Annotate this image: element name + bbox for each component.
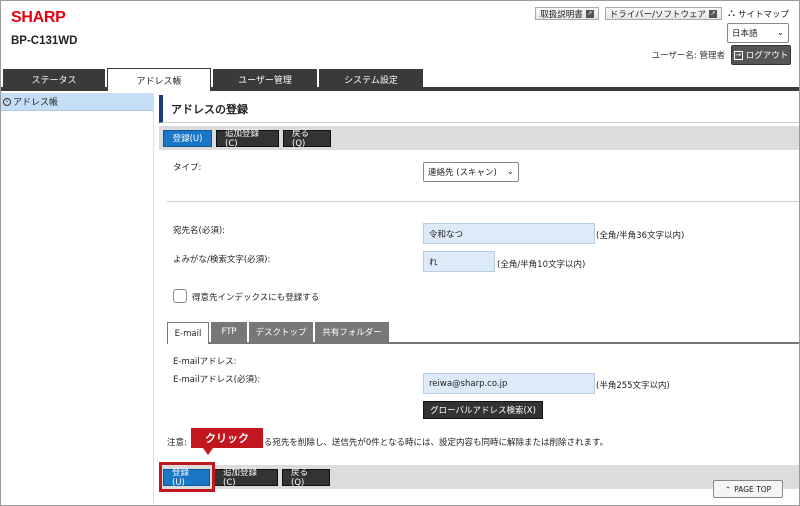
favorite-index-checkbox[interactable] (173, 289, 187, 303)
model-name: BP-C131WD (11, 35, 78, 47)
subtab-shared-folder[interactable]: 共有フォルダー (315, 322, 389, 342)
note-body: ている宛先を削除し、送信先が0件となる時には、設定内容も同時に解除または削除され… (246, 438, 609, 448)
email-hint: (半角255文字以内) (596, 381, 670, 391)
sitemap-link[interactable]: ⛬ サイトマップ (728, 8, 789, 20)
email-section-label: E-mailアドレス: (173, 357, 237, 367)
logout-icon: → (733, 50, 743, 60)
page-top-button[interactable]: ⌃ PAGE TOP (713, 480, 783, 498)
note-prefix: 注意: (167, 438, 187, 448)
tab-status[interactable]: ステータス (3, 69, 105, 89)
user-name-label: ユーザー名: 管理者 (651, 51, 725, 61)
page-title: アドレスの登録 (159, 95, 799, 123)
subtab-email[interactable]: E-mail (167, 322, 209, 344)
yomi-hint: (全角/半角10文字以内) (497, 260, 586, 270)
chevron-down-icon: ⌄ (776, 28, 784, 38)
subtab-desktop[interactable]: デスクトップ (249, 322, 313, 342)
main-content: アドレスの登録 登録(U) 追加登録(C) 戻る(Q) タイプ: 連絡先 (スキ… (159, 93, 799, 505)
chevron-right-icon: › (3, 97, 11, 106)
bottom-button-bar: 登録(U) 追加登録(C) 戻る(Q) (159, 465, 799, 489)
tab-address-book[interactable]: アドレス帳 (107, 68, 211, 91)
type-label: タイプ: (173, 163, 202, 173)
name-input[interactable]: 令和なつ (423, 223, 595, 244)
driver-link[interactable]: ドライバー/ソフトウェア ↗ (604, 7, 722, 20)
email-label: E-mailアドレス(必須): (173, 375, 261, 385)
register-button-bottom[interactable]: 登録(U) (163, 468, 210, 488)
tab-user-management[interactable]: ユーザー管理 (213, 69, 317, 89)
sidebar-item-address-book[interactable]: › アドレス帳 (1, 93, 153, 111)
language-select[interactable]: 日本語 ⌄ (727, 23, 789, 43)
chevron-up-icon: ⌃ (724, 484, 732, 494)
main-tab-bar: ステータス アドレス帳 ユーザー管理 システム設定 (1, 67, 799, 91)
back-button[interactable]: 戻る(Q) (283, 129, 331, 149)
language-value: 日本語 (732, 29, 758, 39)
logout-label: ログアウト (745, 51, 789, 61)
divider (167, 201, 799, 202)
click-callout: クリック (191, 428, 263, 448)
sitemap-label: サイトマップ (737, 9, 789, 20)
destination-subtabs: E-mail FTP デスクトップ 共有フォルダー (167, 322, 799, 344)
subtab-ftp[interactable]: FTP (211, 322, 247, 342)
add-register-button-bottom[interactable]: 追加登録(C) (214, 468, 278, 488)
sitemap-icon: ⛬ (727, 8, 735, 19)
manual-link[interactable]: 取扱説明書 ↗ (535, 7, 599, 20)
top-button-bar: 登録(U) 追加登録(C) 戻る(Q) (159, 126, 799, 150)
name-label: 宛先名(必須): (173, 226, 225, 236)
sharp-logo: SHARP (11, 9, 66, 26)
chevron-down-icon: ⌄ (506, 167, 514, 177)
external-link-icon: ↗ (585, 9, 594, 18)
type-select-value: 連絡先 (スキャン) (428, 168, 497, 178)
callout-pointer (203, 448, 213, 455)
global-address-search-button[interactable]: グローバルアドレス検索(X) (423, 401, 543, 419)
tab-system-settings[interactable]: システム設定 (319, 69, 423, 89)
sidebar-item-label: アドレス帳 (13, 98, 59, 108)
add-register-button[interactable]: 追加登録(C) (216, 129, 279, 149)
email-input[interactable]: reiwa@sharp.co.jp (423, 373, 595, 394)
register-button[interactable]: 登録(U) (163, 129, 212, 147)
logout-button[interactable]: → ログアウト (731, 45, 791, 65)
favorite-index-label: 得意先インデックスにも登録する (192, 293, 320, 303)
page-top-label: PAGE TOP (734, 484, 772, 494)
name-hint: (全角/半角36文字以内) (596, 231, 685, 241)
top-links: 取扱説明書 ↗ ドライバー/ソフトウェア ↗ ⛬ サイトマップ (535, 7, 789, 20)
yomi-label: よみがな/検索文字(必須): (173, 255, 271, 265)
yomi-input[interactable]: れ (423, 251, 495, 272)
back-button-bottom[interactable]: 戻る(Q) (282, 468, 330, 488)
external-link-icon: ↗ (708, 9, 717, 18)
type-select[interactable]: 連絡先 (スキャン) ⌄ (423, 162, 519, 182)
sidebar: › アドレス帳 (1, 93, 154, 505)
driver-link-label: ドライバー/ソフトウェア (609, 9, 706, 20)
manual-link-label: 取扱説明書 (540, 9, 583, 20)
